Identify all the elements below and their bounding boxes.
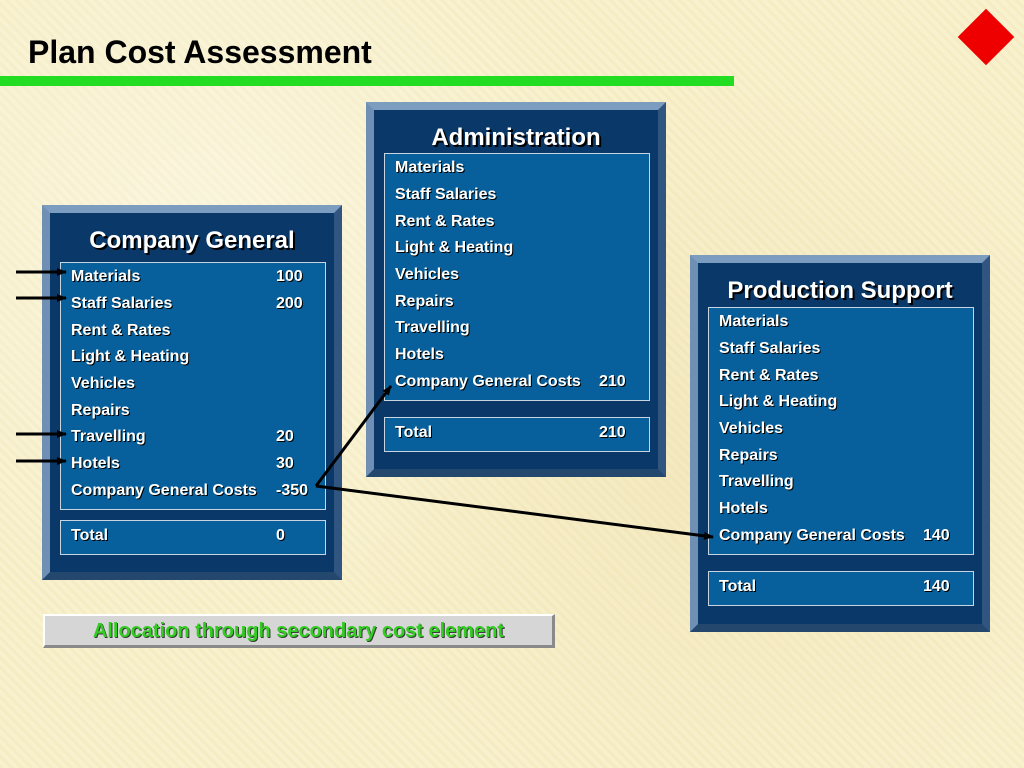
arrow-to-administration — [314, 385, 393, 487]
allocation-caption: Allocation through secondary cost elemen… — [43, 614, 555, 648]
allocation-arrows — [16, 268, 714, 540]
arrow-to-production-support — [315, 484, 714, 540]
